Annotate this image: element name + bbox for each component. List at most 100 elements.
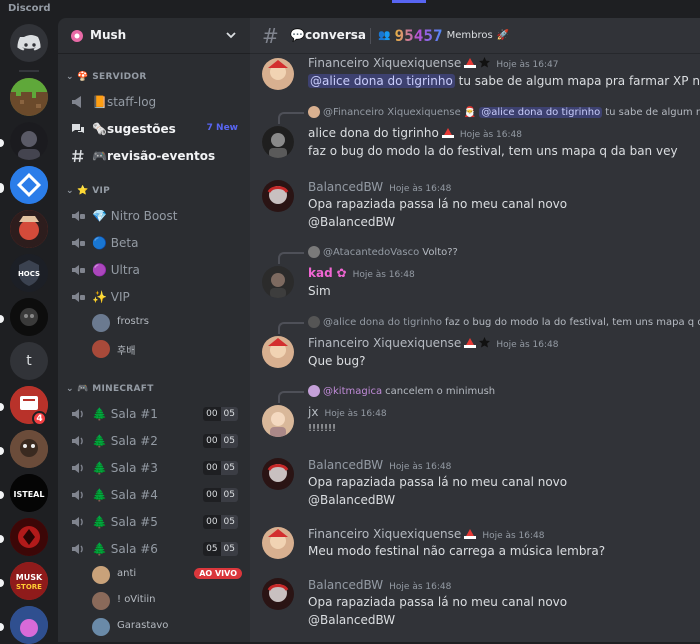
home-button[interactable] bbox=[10, 24, 48, 62]
message-author[interactable]: Financeiro Xiquexiquense Hoje às 16:48 bbox=[308, 336, 559, 350]
voice-channel-sala-2[interactable]: 🌲 Sala #2 00 05 bbox=[66, 429, 244, 453]
voice-channel-sala-1[interactable]: 🌲 Sala #1 00 05 bbox=[66, 402, 244, 426]
hash-icon: # bbox=[262, 24, 279, 48]
timestamp: Hoje às 16:48 bbox=[459, 130, 522, 140]
speaker-icon bbox=[72, 463, 83, 473]
unread-pill bbox=[0, 403, 4, 411]
avatar[interactable] bbox=[262, 126, 294, 158]
category-minecraft[interactable]: ⌄ 🎮 MINECRAFT bbox=[66, 384, 154, 394]
avatar[interactable] bbox=[262, 180, 294, 212]
server-logo-icon bbox=[71, 30, 83, 42]
channel-label: 💎 Nitro Boost bbox=[92, 209, 178, 223]
voice-channel-sala-5[interactable]: 🌲 Sala #5 00 05 bbox=[66, 510, 244, 534]
voice-user-name: frostrs bbox=[117, 316, 149, 327]
category-servidor[interactable]: ⌄ 🍄 SERVIDOR bbox=[66, 72, 147, 82]
server-icon-hocs[interactable]: HOCS bbox=[10, 254, 48, 292]
voice-channel-sala-3[interactable]: 🌲 Sala #3 00 05 bbox=[66, 456, 244, 480]
avatar[interactable] bbox=[262, 405, 294, 437]
voice-user[interactable]: ! oVitiin bbox=[92, 590, 242, 612]
message-author[interactable]: Financeiro Xiquexiquense Hoje às 16:48 bbox=[308, 527, 545, 541]
server-icon-2[interactable] bbox=[10, 122, 48, 160]
server-icon-13[interactable] bbox=[10, 606, 48, 644]
server-icon-muskstore[interactable]: MUSK STORE bbox=[10, 562, 48, 600]
channel-ultra[interactable]: 🟣 Ultra bbox=[66, 258, 244, 282]
avatar[interactable] bbox=[262, 336, 294, 368]
locked-voice-icon bbox=[72, 265, 85, 275]
user-limit: 00 05 bbox=[203, 407, 238, 421]
server-avatar-icon bbox=[10, 122, 48, 160]
message-author[interactable]: kad ✿ Hoje às 16:48 bbox=[308, 266, 415, 280]
reply-preview[interactable]: @kitmagica cancelem o minimush bbox=[278, 385, 495, 403]
server-header[interactable]: Mush bbox=[58, 18, 250, 54]
svg-text:HOCS: HOCS bbox=[18, 270, 40, 278]
server-avatar-icon bbox=[10, 518, 48, 556]
voice-channel-sala-6[interactable]: 🌲 Sala #6 05 05 bbox=[66, 537, 244, 561]
message-author[interactable]: BalancedBW Hoje às 16:48 bbox=[308, 180, 451, 194]
server-icon-4[interactable] bbox=[10, 210, 48, 248]
avatar[interactable] bbox=[262, 266, 294, 298]
channel-vip[interactable]: ✨ VIP bbox=[66, 285, 244, 309]
avatar bbox=[308, 106, 320, 118]
app-title: Discord bbox=[8, 3, 51, 14]
svg-text:ISTEAL: ISTEAL bbox=[14, 490, 45, 499]
server-icon-6[interactable] bbox=[10, 298, 48, 336]
forum-icon bbox=[72, 124, 84, 133]
reply-preview[interactable]: @AtacantedoVasco Volto?? bbox=[278, 246, 458, 264]
channel-title: 💬conversa bbox=[290, 28, 366, 42]
locked-voice-icon bbox=[72, 211, 85, 221]
avatar[interactable] bbox=[262, 58, 294, 90]
server-icon-minecraft[interactable] bbox=[10, 78, 48, 116]
isteal-logo-icon: ISTEAL bbox=[10, 474, 48, 512]
channel-revisao-eventos[interactable]: 🎮revisão-eventos bbox=[66, 144, 244, 168]
voice-user[interactable]: frostrs bbox=[92, 312, 242, 334]
avatar bbox=[308, 385, 320, 397]
reply-preview[interactable]: @Financeiro Xiquexiquense 🎅 @alice dona d… bbox=[278, 106, 700, 124]
category-label: MINECRAFT bbox=[92, 384, 154, 394]
reply-preview[interactable]: @alice dona do tigrinho faz o bug do mod… bbox=[278, 316, 700, 334]
message-text: Que bug? bbox=[308, 354, 366, 368]
channel-label: 🌲 Sala #4 bbox=[92, 488, 158, 502]
category-vip[interactable]: ⌄ ⭐ VIP bbox=[66, 186, 110, 196]
mention[interactable]: @alice dona do tigrinho bbox=[308, 74, 455, 88]
chevron-down-icon bbox=[226, 32, 236, 39]
message-author[interactable]: BalancedBW Hoje às 16:48 bbox=[308, 578, 451, 592]
avatar bbox=[308, 316, 320, 328]
message-author[interactable]: alice dona do tigrinho Hoje às 16:48 bbox=[308, 126, 522, 140]
unread-pill bbox=[0, 491, 4, 499]
voice-user[interactable]: 후배 bbox=[92, 338, 242, 360]
channel-label: 🔵 Beta bbox=[92, 236, 139, 250]
speaker-icon bbox=[72, 544, 83, 554]
channel-staff-log[interactable]: 📙staff-log bbox=[66, 90, 244, 114]
voice-user[interactable]: Garastavo bbox=[92, 616, 242, 638]
live-badge: AO VIVO bbox=[194, 568, 242, 579]
timestamp: Hoje às 16:47 bbox=[496, 60, 559, 70]
voice-channel-sala-4[interactable]: 🌲 Sala #4 00 05 bbox=[66, 483, 244, 507]
avatar[interactable] bbox=[262, 527, 294, 559]
server-icon-t[interactable]: t bbox=[10, 342, 48, 380]
message-author[interactable]: Financeiro Xiquexiquense Hoje às 16:47 bbox=[308, 56, 559, 70]
server-avatar-icon bbox=[10, 430, 48, 468]
voice-user[interactable]: anti AO VIVO bbox=[92, 564, 242, 586]
channel-nitro-boost[interactable]: 💎 Nitro Boost bbox=[66, 204, 244, 228]
category-label: VIP bbox=[92, 186, 111, 196]
avatar bbox=[92, 618, 110, 636]
unread-pill bbox=[0, 535, 4, 543]
server-icon-9[interactable] bbox=[10, 430, 48, 468]
message-author[interactable]: BalancedBW Hoje às 16:48 bbox=[308, 458, 451, 472]
message-author[interactable]: jx Hoje às 16:48 bbox=[308, 405, 387, 419]
avatar[interactable] bbox=[262, 458, 294, 490]
avatar bbox=[92, 592, 110, 610]
avatar[interactable] bbox=[262, 578, 294, 610]
channel-beta[interactable]: 🔵 Beta bbox=[66, 231, 244, 255]
new-posts-badge: 7 New bbox=[206, 123, 238, 133]
user-limit: 00 05 bbox=[203, 434, 238, 448]
channel-label: 🌲 Sala #5 bbox=[92, 515, 158, 529]
server-icon-3[interactable] bbox=[10, 166, 48, 204]
server-icon-11[interactable] bbox=[10, 518, 48, 556]
server-icon-isteal[interactable]: ISTEAL bbox=[10, 474, 48, 512]
star-icon bbox=[479, 57, 491, 68]
channel-sidebar: Mush ⌄ 🍄 SERVIDOR 📙staff-log 🗞️sugestões… bbox=[58, 18, 250, 642]
timestamp: Hoje às 16:48 bbox=[352, 270, 415, 280]
speaker-icon bbox=[72, 436, 83, 446]
channel-sugestoes[interactable]: 🗞️sugestões 7 New bbox=[66, 117, 244, 141]
